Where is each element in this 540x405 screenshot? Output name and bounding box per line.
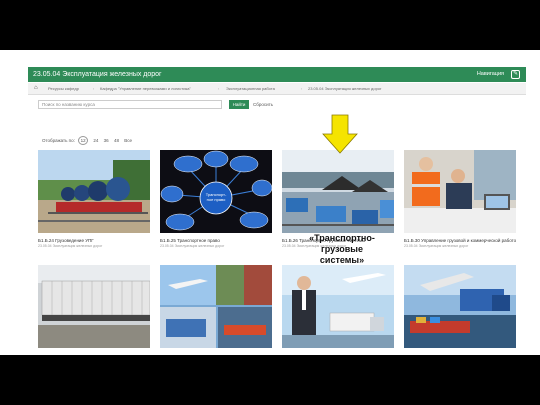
course-search-input[interactable]: Поиск по названию курса xyxy=(38,100,222,109)
header-bar: 23.05.04 Эксплуатация железных дорог Нав… xyxy=(28,67,526,82)
course-subtitle: 23.05.04 Эксплуатация железных дорог xyxy=(404,244,469,248)
course-card[interactable] xyxy=(282,265,394,354)
page-title: 23.05.04 Эксплуатация железных дорог xyxy=(33,71,162,78)
browser-screen: 23.05.04 Эксплуатация железных дорог Нав… xyxy=(0,50,540,355)
course-image-logistics-businessman[interactable] xyxy=(282,265,394,348)
navigation-link[interactable]: Навигация xyxy=(477,67,504,82)
per-page-selector: Отображать по: 12 24 36 48 Все xyxy=(42,136,134,145)
per-page-selected[interactable]: 12 xyxy=(78,136,89,145)
breadcrumb-item-3[interactable]: Эксплуатационная работа xyxy=(226,83,300,94)
course-title[interactable]: Б1.Б.24 Грузоведение УПГ xyxy=(38,238,150,243)
course-image-workers-office[interactable] xyxy=(404,150,516,233)
course-card[interactable] xyxy=(404,265,516,354)
breadcrumb-separator: › xyxy=(301,86,303,91)
breadcrumb-item-2[interactable]: Кафедра "Управление перевозками и логист… xyxy=(100,83,215,94)
highlight-annotation: «Транспортно- грузовые системы» xyxy=(296,233,388,266)
breadcrumb-item-4: 23.05.04 Эксплуатация железных дорог xyxy=(308,86,382,91)
per-page-option[interactable]: 48 xyxy=(114,138,119,143)
course-image-port-terminal[interactable] xyxy=(282,150,394,233)
course-title[interactable]: Б1.Б.30 Управление грузовой и коммерческ… xyxy=(404,238,516,243)
course-card[interactable]: Б1.Б.30 Управление грузовой и коммерческ… xyxy=(404,150,516,248)
annotation-line: грузовые xyxy=(321,244,363,254)
breadcrumb-item-1[interactable]: Ресурсы кафедр xyxy=(48,83,90,94)
per-page-option[interactable]: Все xyxy=(124,138,132,143)
breadcrumb-separator: › xyxy=(93,86,95,91)
course-image-law-diagram[interactable]: Транспорт- ное право xyxy=(160,150,272,233)
find-button[interactable]: Найти xyxy=(229,100,249,109)
annotation-line: системы» xyxy=(319,255,365,265)
breadcrumb: ⌂ Ресурсы кафедр › Кафедра "Управление п… xyxy=(28,83,526,95)
reset-button[interactable]: Сбросить xyxy=(253,100,273,109)
breadcrumb-separator: › xyxy=(218,86,220,91)
course-image-tank-wagons[interactable] xyxy=(38,150,150,233)
course-card[interactable] xyxy=(38,265,150,354)
course-image-transport-collage[interactable] xyxy=(160,265,272,348)
course-card[interactable]: Б1.Б.24 Грузоведение УПГ 23.05.04 Эксплу… xyxy=(38,150,150,248)
course-title[interactable]: Б1.Б.25 Транспортное право xyxy=(160,238,272,243)
home-icon[interactable]: ⌂ xyxy=(34,83,38,94)
down-arrow-icon xyxy=(322,114,358,154)
course-image-refrigerated-wagon[interactable] xyxy=(38,265,150,348)
per-page-option[interactable]: 24 xyxy=(93,138,98,143)
edit-icon[interactable]: ✎ xyxy=(511,70,520,79)
per-page-label: Отображать по: xyxy=(42,138,75,143)
per-page-option[interactable]: 36 xyxy=(104,138,109,143)
course-subtitle: 23.05.04 Эксплуатация железных дорог xyxy=(160,244,225,248)
course-image-multimodal[interactable] xyxy=(404,265,516,348)
course-card[interactable]: Транспорт- ное право Б1.Б.25 Транспортно… xyxy=(160,150,272,248)
course-subtitle: 23.05.04 Эксплуатация железных дорог xyxy=(38,244,103,248)
annotation-line: «Транспортно- xyxy=(309,233,375,243)
svg-text:ное право: ное право xyxy=(207,197,226,202)
course-card[interactable] xyxy=(160,265,272,354)
